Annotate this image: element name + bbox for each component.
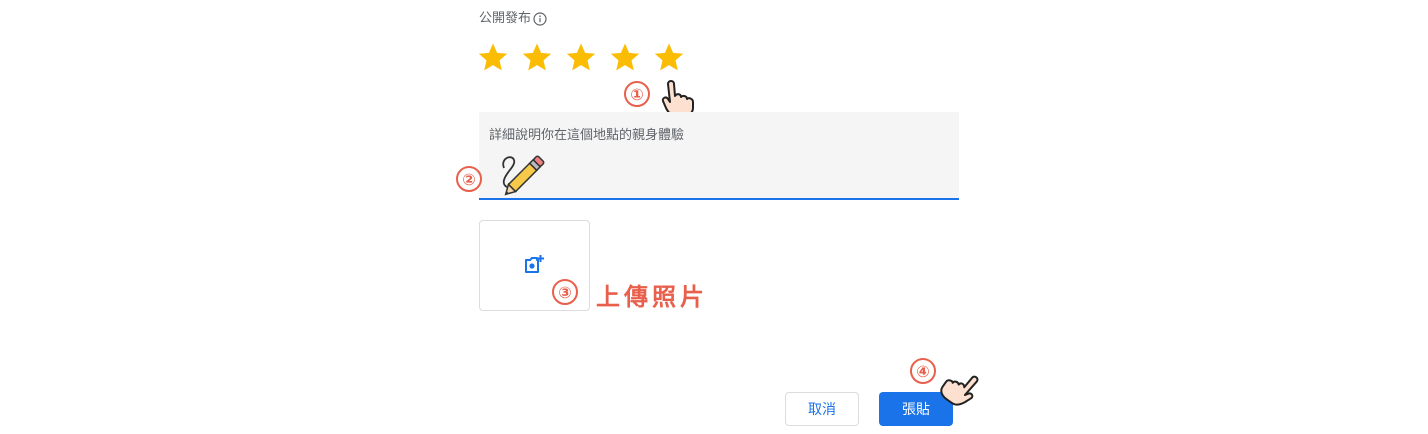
step-marker-2: ②: [456, 166, 482, 192]
step-marker-3: ③: [552, 279, 578, 305]
star-2[interactable]: [520, 40, 554, 74]
add-photo-icon: [524, 254, 546, 278]
pointing-hand-icon: [935, 364, 981, 412]
star-rating: [476, 40, 686, 74]
cancel-button[interactable]: 取消: [785, 392, 859, 426]
info-icon[interactable]: [533, 12, 547, 26]
star-3[interactable]: [564, 40, 598, 74]
review-placeholder: 詳細說明你在這個地點的親身體驗: [489, 128, 685, 143]
public-post-label: 公開發布: [479, 10, 547, 28]
star-1[interactable]: [476, 40, 510, 74]
star-4[interactable]: [608, 40, 642, 74]
pencil-icon: [498, 150, 554, 200]
step-marker-4: ④: [910, 358, 936, 384]
step-marker-1: ①: [624, 81, 650, 107]
upload-annotation-text: 上傳照片: [596, 283, 708, 311]
star-5[interactable]: [652, 40, 686, 74]
public-post-text: 公開發布: [479, 11, 532, 26]
